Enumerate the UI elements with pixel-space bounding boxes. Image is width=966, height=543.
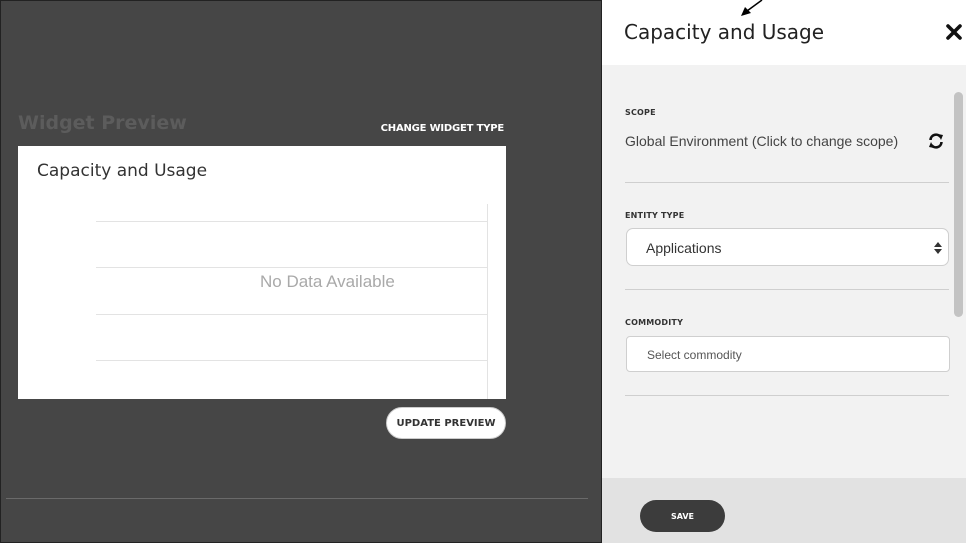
- widget-preview-title: Widget Preview: [18, 112, 187, 134]
- divider: [625, 289, 949, 290]
- widget-preview-area: Widget Preview CHANGE WIDGET TYPE Capaci…: [0, 0, 602, 543]
- save-button[interactable]: SAVE: [640, 500, 725, 532]
- sort-icon: [934, 242, 942, 254]
- chart-axis-line: [487, 204, 488, 399]
- widget-card-title: Capacity and Usage: [37, 161, 208, 181]
- panel-header: Capacity and Usage: [602, 0, 966, 65]
- commodity-select[interactable]: Select commodity: [626, 336, 950, 372]
- chart-gridline: [96, 221, 487, 222]
- scope-selector[interactable]: Global Environment (Click to change scop…: [625, 133, 898, 149]
- commodity-label: COMMODITY: [625, 318, 684, 327]
- refresh-icon[interactable]: [927, 132, 945, 150]
- divider: [6, 498, 588, 499]
- panel-scrollbar[interactable]: [954, 92, 963, 317]
- panel-footer: SAVE: [602, 478, 966, 543]
- commodity-placeholder: Select commodity: [647, 348, 742, 362]
- chart-gridline: [96, 267, 487, 268]
- divider: [625, 395, 949, 396]
- panel-title: Capacity and Usage: [624, 20, 825, 44]
- change-widget-type-link[interactable]: CHANGE WIDGET TYPE: [381, 123, 505, 134]
- scope-label: SCOPE: [625, 108, 656, 117]
- update-preview-button[interactable]: UPDATE PREVIEW: [386, 407, 506, 439]
- entity-type-select[interactable]: Applications: [626, 228, 949, 266]
- entity-type-value: Applications: [646, 240, 722, 256]
- divider: [625, 182, 949, 183]
- chart-gridline: [96, 360, 487, 361]
- widget-preview-card: Capacity and Usage No Data Available: [18, 146, 506, 399]
- close-icon[interactable]: [944, 20, 964, 42]
- chart-gridline: [96, 314, 487, 315]
- no-data-message: No Data Available: [260, 272, 395, 291]
- pointer-arrow-icon: [741, 0, 763, 16]
- entity-type-label: ENTITY TYPE: [625, 211, 685, 220]
- widget-config-panel: Capacity and Usage SCOPE Global Environm…: [602, 0, 966, 543]
